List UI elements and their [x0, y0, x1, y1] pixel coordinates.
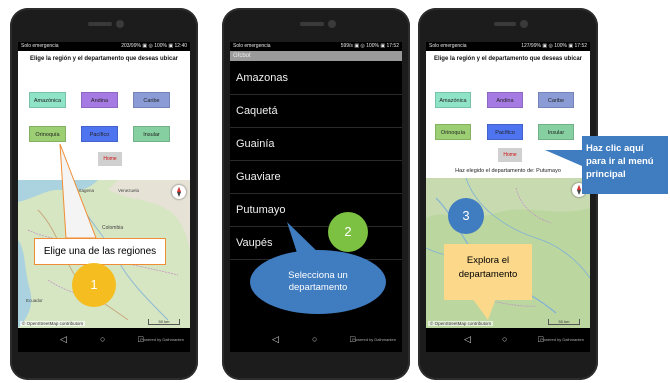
callout-3-pointer [472, 150, 582, 320]
callout-step-3: Explora el departamento [444, 244, 532, 300]
callout-home-hint: Haz clic aquí para ir al menú principal [582, 136, 668, 194]
